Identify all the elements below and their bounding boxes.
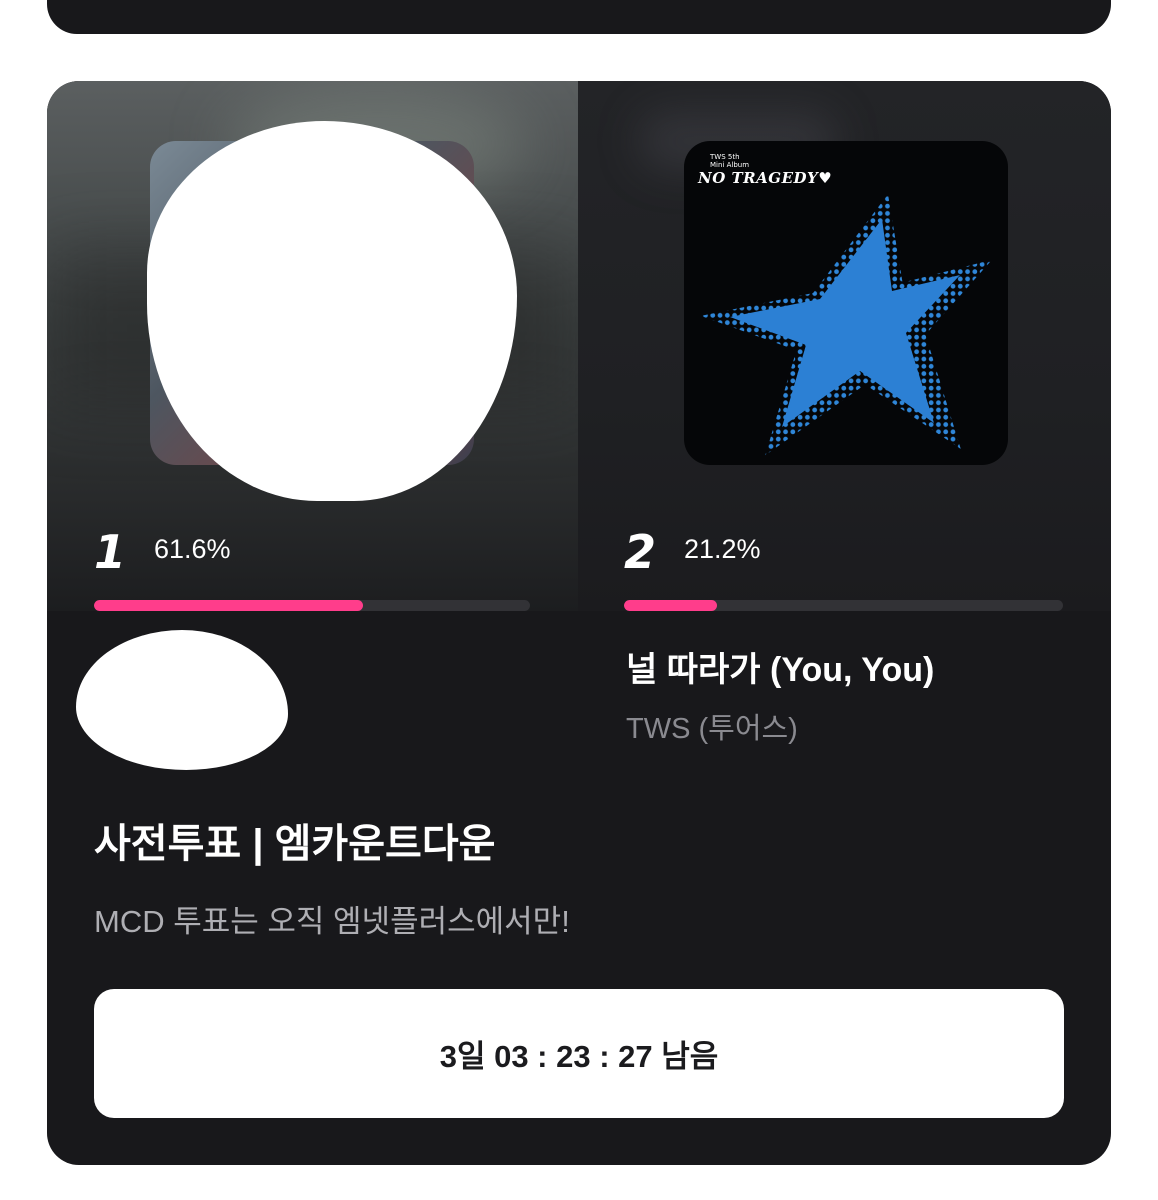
candidate-2-percent: 21.2% (684, 534, 761, 564)
candidate-2-progress-bar (624, 600, 1063, 611)
candidate-2-progress-fill (624, 600, 718, 611)
vote-card[interactable]: 1 61.6% TWS 5th Mini Album NO TRAGEDY♥ 2… (47, 81, 1111, 1165)
star-artwork (700, 194, 992, 456)
previous-card (47, 0, 1111, 34)
candidate-1-progress-bar (94, 600, 530, 611)
candidate-2-song-title: 널 따라가 (You, You) (626, 651, 935, 689)
countdown-button[interactable]: 3일 03 : 23 : 27 남음 (94, 989, 1064, 1118)
vote-description: MCD 투표는 오직 엠넷플러스에서만! (94, 904, 570, 939)
vote-title: 사전투표 | 엠카운트다운 (94, 822, 496, 866)
candidate-2-album-cover: TWS 5th Mini Album NO TRAGEDY♥ (684, 141, 1008, 465)
candidate-1-progress-fill (94, 600, 363, 611)
candidate-1-rank: 1 (94, 525, 127, 579)
candidate-2-panel[interactable]: TWS 5th Mini Album NO TRAGEDY♥ 2 21.2% (578, 81, 1111, 611)
album-subtitle: TWS 5th Mini Album (710, 153, 750, 169)
album-title: NO TRAGEDY♥ (698, 169, 833, 187)
redacted-cover-overlay (147, 121, 517, 501)
candidate-2-artist: TWS (투어스) (626, 713, 798, 745)
candidate-1-percent: 61.6% (154, 534, 231, 564)
candidate-2-rank: 2 (624, 525, 657, 579)
candidate-1-panel[interactable]: 1 61.6% (47, 81, 578, 611)
redacted-song-info (76, 630, 288, 770)
